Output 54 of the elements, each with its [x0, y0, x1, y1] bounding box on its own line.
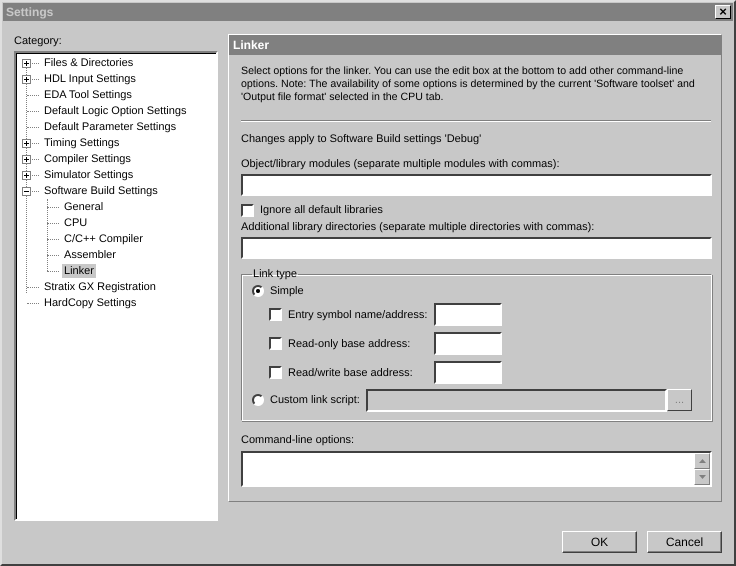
radio-label: Simple: [270, 284, 304, 298]
checkbox-label: Entry symbol name/address:: [288, 308, 428, 322]
tree-item[interactable]: Default Parameter Settings: [42, 120, 178, 134]
tree-item[interactable]: Software Build Settings: [42, 184, 160, 198]
expander-icon[interactable]: [22, 58, 31, 68]
checkbox-label: Read-only base address:: [288, 336, 412, 350]
window-title: Settings: [6, 5, 54, 19]
command-line-label: Command-line options:: [241, 433, 354, 447]
tree-item[interactable]: C/C++ Compiler: [62, 232, 145, 246]
checkbox-label: Ignore all default libraries: [260, 203, 383, 217]
checkbox[interactable]: [269, 337, 282, 350]
radio-button[interactable]: [252, 285, 264, 297]
expander-icon[interactable]: [22, 138, 31, 148]
tree-item[interactable]: Linker: [62, 264, 96, 278]
directories-field[interactable]: [241, 237, 712, 259]
scroll-up-icon[interactable]: [694, 453, 710, 469]
category-label: Category:: [14, 34, 63, 49]
description-text: Select options for the linker. You can use the edit box at the bottom to add other command-line options. Note: The availability of some options is determined by the current 'Software toolset' and 'Output file format' selected in the CPU tab.: [241, 65, 696, 104]
tree-item[interactable]: EDA Tool Settings: [42, 88, 134, 102]
tree-item[interactable]: Timing Settings: [42, 136, 122, 150]
directories-label: Additional library directories (separate multiple directories with commas):: [241, 220, 594, 234]
radio-button[interactable]: [252, 394, 264, 406]
checkbox[interactable]: [241, 204, 254, 216]
tree-item[interactable]: Assembler: [62, 248, 118, 262]
radio-label: Custom link script:: [270, 393, 360, 407]
tree-item[interactable]: Compiler Settings: [42, 152, 133, 166]
settings-note: Changes apply to Software Build settings 'Debug': [241, 132, 482, 146]
address-field[interactable]: [434, 332, 502, 355]
checkbox[interactable]: [269, 366, 282, 379]
checkbox[interactable]: [269, 308, 282, 321]
panel-title: Linker: [233, 38, 270, 52]
expander-icon[interactable]: [22, 74, 31, 84]
group-title: Link type: [252, 268, 298, 280]
address-field[interactable]: [434, 361, 502, 384]
tree-item[interactable]: HardCopy Settings: [42, 296, 138, 310]
tree-item[interactable]: Default Logic Option Settings: [42, 104, 188, 118]
checkbox-label: Read/write base address:: [288, 366, 414, 380]
close-button[interactable]: ×: [715, 5, 731, 19]
tree-item[interactable]: Stratix GX Registration: [42, 280, 158, 294]
scroll-down-icon[interactable]: [694, 469, 710, 485]
dialog-button[interactable]: OK: [562, 531, 637, 553]
modules-field[interactable]: [241, 174, 712, 196]
tree-item[interactable]: HDL Input Settings: [42, 72, 138, 86]
modules-label: Object/library modules (separate multiple modules with commas):: [241, 157, 560, 171]
command-line-field[interactable]: [241, 451, 712, 487]
tree-item[interactable]: Files & Directories: [42, 56, 136, 70]
dialog-button[interactable]: Cancel: [647, 531, 722, 553]
expander-icon[interactable]: [22, 170, 31, 180]
tree-item[interactable]: General: [62, 200, 106, 214]
expander-icon[interactable]: [22, 154, 31, 164]
expander-icon[interactable]: [22, 186, 31, 196]
tree-item[interactable]: Simulator Settings: [42, 168, 136, 182]
tree-item[interactable]: CPU: [62, 216, 90, 230]
address-field[interactable]: [434, 303, 502, 326]
